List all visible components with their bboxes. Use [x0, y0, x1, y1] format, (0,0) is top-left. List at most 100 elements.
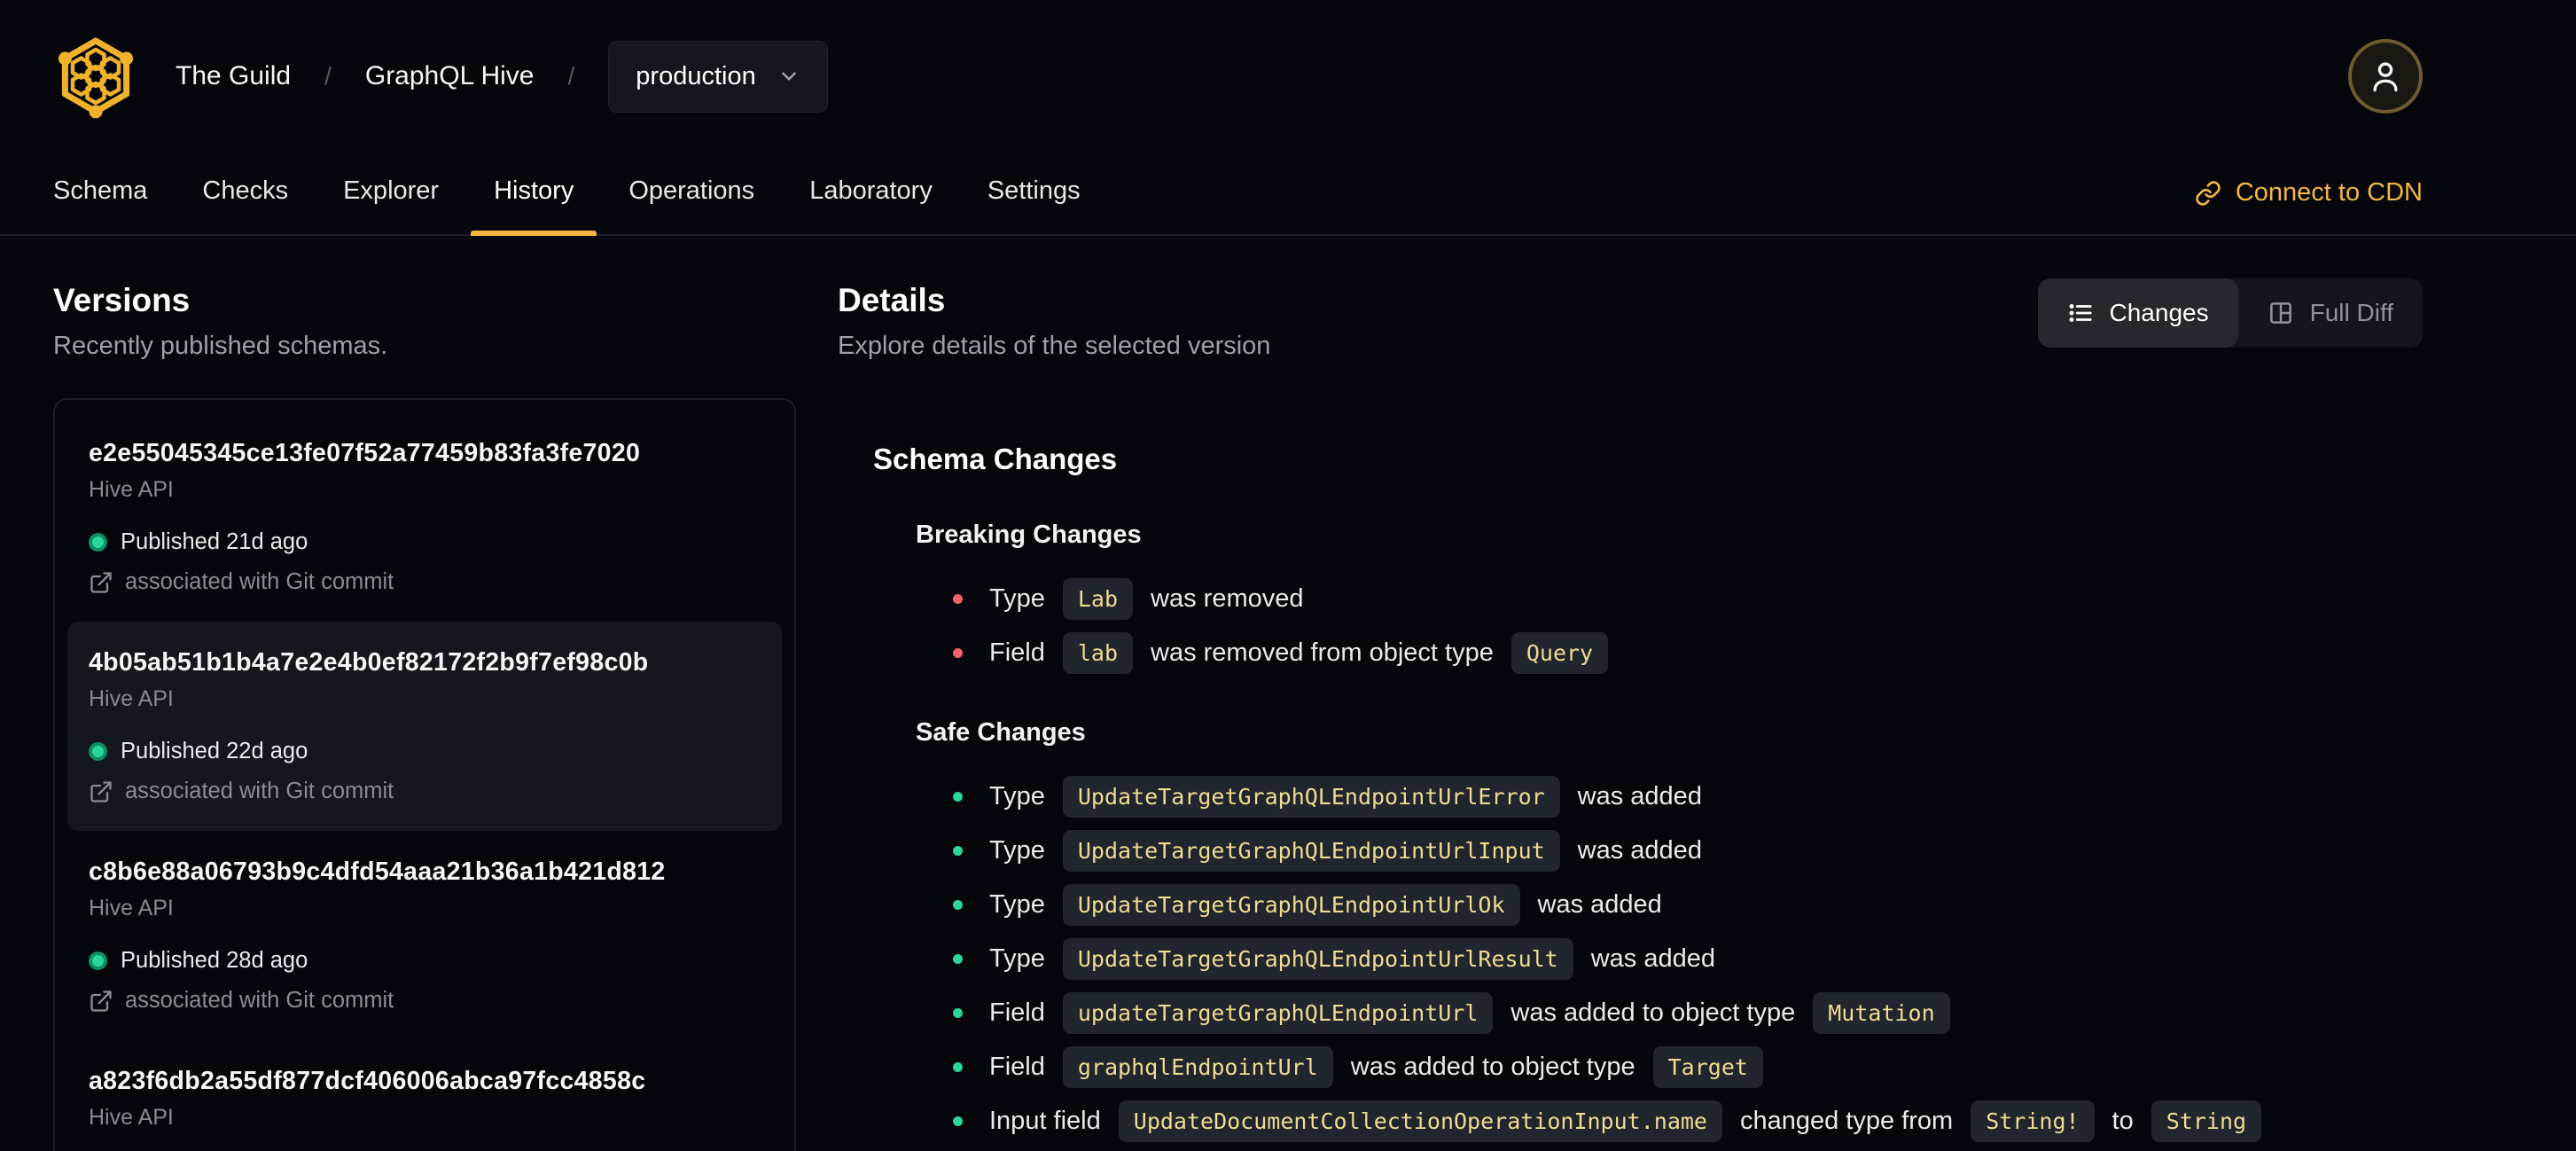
- change-text: was added: [1590, 944, 1716, 973]
- change-code-badge: Lab: [1062, 578, 1134, 620]
- change-text: Type: [989, 584, 1045, 613]
- changes-section-safe: Safe Changes Type UpdateTargetGraphQLEndpo…: [916, 718, 2423, 1151]
- version-hash: c8b6e88a06793b9c4dfd54aaa21b36a1b421d812: [89, 857, 666, 886]
- change-code-badge: Mutation: [1813, 992, 1950, 1034]
- list-icon: [2069, 303, 2092, 323]
- hive-logo-icon[interactable]: [53, 34, 138, 119]
- chevron-down-icon: [781, 72, 796, 81]
- change-text: Field: [989, 638, 1045, 667]
- git-commit-link[interactable]: associated with Git commit: [89, 569, 761, 595]
- change-row: Input field UpdateDocumentCollectionOpera…: [953, 1100, 2423, 1142]
- tab-schema[interactable]: Schema: [53, 176, 147, 234]
- connect-to-cdn-label: Connect to CDN: [2235, 178, 2423, 207]
- connect-to-cdn-link[interactable]: Connect to CDN: [2195, 178, 2423, 234]
- version-hash: a823f6db2a55df877dcf406006abca97fcc4858c: [89, 1067, 646, 1095]
- details-title: Details: [838, 282, 946, 318]
- change-code-badge: UpdateDocumentCollectionOperationInput.n…: [1118, 1100, 1722, 1142]
- change-text: was added: [1577, 782, 1702, 810]
- change-code-badge: UpdateTargetGraphQLEndpointUrlInput: [1062, 830, 1560, 872]
- version-hash: 4b05ab51b1b4a7e2e4b0ef82172f2b9f7ef98c0b: [89, 648, 649, 677]
- external-link-icon: [90, 571, 112, 593]
- git-commit-label: associated with Git commit: [125, 779, 394, 803]
- version-service: Hive API: [89, 1105, 174, 1130]
- version-item[interactable]: c8b6e88a06793b9c4dfd54aaa21b36a1b421d812…: [67, 831, 782, 1040]
- published-label: Published 28d ago: [121, 948, 308, 973]
- change-row: Type Lab was removed: [953, 578, 2423, 620]
- changes-view-button[interactable]: Changes: [2037, 278, 2238, 348]
- view-toggle: Changes Full Diff: [2037, 278, 2423, 348]
- change-text: was added to object type: [1510, 998, 1796, 1027]
- changes-view-label: Changes: [2109, 299, 2209, 326]
- published-dot: [89, 742, 107, 761]
- target-selector[interactable]: production: [608, 40, 828, 113]
- user-menu-button[interactable]: [2348, 39, 2423, 114]
- change-text: changed type from: [1739, 1107, 1954, 1135]
- version-item[interactable]: 4b05ab51b1b4a7e2e4b0ef82172f2b9f7ef98c0b…: [67, 622, 782, 831]
- versions-subtitle: Recently published schemas.: [53, 332, 388, 360]
- version-published: Published 21d ago: [89, 529, 761, 555]
- change-row: Field updateTargetGraphQLEndpointUrl was a…: [953, 992, 2423, 1034]
- tab-explorer[interactable]: Explorer: [343, 176, 439, 234]
- breadcrumb-project[interactable]: GraphQL Hive: [365, 61, 535, 91]
- git-commit-label: associated with Git commit: [125, 988, 394, 1013]
- link-icon: [2196, 180, 2221, 206]
- details-header: Details Explore details of the selected …: [838, 236, 2423, 361]
- change-text: to: [2112, 1107, 2134, 1135]
- change-code-badge: lab: [1062, 632, 1134, 674]
- version-service: Hive API: [89, 686, 174, 711]
- version-item[interactable]: a823f6db2a55df877dcf406006abca97fcc4858c…: [67, 1040, 782, 1151]
- change-code-badge: updateTargetGraphQLEndpointUrl: [1062, 992, 1494, 1034]
- external-link-icon: [90, 780, 112, 803]
- changes-rows: Type UpdateTargetGraphQLEndpointUrlError w…: [953, 776, 2423, 1151]
- safe-bullet: [953, 1062, 963, 1072]
- published-label: Published 21d ago: [121, 529, 308, 554]
- breadcrumb-org[interactable]: The Guild: [176, 61, 291, 91]
- app-header: The Guild / GraphQL Hive / production: [0, 0, 2576, 153]
- columns-icon: [2269, 302, 2291, 324]
- change-text: Type: [989, 944, 1045, 973]
- tab-settings[interactable]: Settings: [987, 176, 1081, 234]
- change-text: was added: [1577, 836, 1702, 865]
- changes-rows: Type Lab was removed Field lab was removed fr…: [953, 578, 2423, 674]
- safe-bullet: [953, 954, 963, 964]
- change-code-badge: UpdateTargetGraphQLEndpointUrlResult: [1062, 938, 1573, 980]
- changes-section-title: Safe Changes: [916, 718, 1086, 747]
- git-commit-link[interactable]: associated with Git commit: [89, 779, 761, 804]
- changes-section-title: Breaking Changes: [916, 521, 1142, 549]
- change-text: Type: [989, 890, 1045, 919]
- tab-laboratory[interactable]: Laboratory: [809, 176, 933, 234]
- change-text: was added to object type: [1350, 1053, 1635, 1081]
- target-nav: Schema Checks Explorer History Operations Lab…: [0, 153, 2576, 236]
- version-item[interactable]: e2e55045345ce13fe07f52a77459b83fa3fe7020…: [67, 412, 782, 622]
- nav-tabs: Schema Checks Explorer History Operations Lab…: [53, 176, 1081, 236]
- change-row: Field graphqlEndpointUrl was added to obje…: [953, 1046, 2423, 1088]
- change-code-badge: Target: [1652, 1046, 1763, 1088]
- tab-operations[interactable]: Operations: [628, 176, 754, 234]
- git-commit-link[interactable]: associated with Git commit: [89, 988, 761, 1014]
- safe-bullet: [953, 1116, 963, 1126]
- schema-changes-title: Schema Changes: [873, 442, 1118, 475]
- change-text: was removed from object type: [1151, 638, 1494, 667]
- version-hash: e2e55045345ce13fe07f52a77459b83fa3fe7020: [89, 439, 641, 467]
- change-row: Type UpdateTargetGraphQLEndpointUrlInput w…: [953, 830, 2423, 872]
- versions-title: Versions: [53, 282, 191, 318]
- git-commit-label: associated with Git commit: [125, 569, 394, 594]
- breadcrumb-separator: /: [567, 62, 575, 90]
- version-service: Hive API: [89, 896, 174, 920]
- version-service: Hive API: [89, 477, 174, 502]
- published-dot: [89, 951, 107, 970]
- schema-changes-sections: Breaking Changes Type Lab was removed Field l…: [873, 521, 2423, 1151]
- change-code-badge: graphqlEndpointUrl: [1062, 1046, 1333, 1088]
- target-selector-value: production: [636, 61, 756, 90]
- full-diff-view-label: Full Diff: [2309, 299, 2393, 326]
- versions-list: e2e55045345ce13fe07f52a77459b83fa3fe7020…: [53, 398, 796, 1151]
- user-icon: [2373, 62, 2398, 92]
- tab-checks[interactable]: Checks: [202, 176, 288, 234]
- change-text: Field: [989, 1053, 1045, 1081]
- versions-pane: Versions Recently published schemas. e2e…: [53, 236, 796, 1151]
- safe-bullet: [953, 1008, 963, 1018]
- full-diff-view-button[interactable]: Full Diff: [2238, 278, 2423, 348]
- tab-history[interactable]: History: [471, 176, 597, 236]
- change-text: was added: [1537, 890, 1662, 919]
- external-link-icon: [90, 990, 112, 1012]
